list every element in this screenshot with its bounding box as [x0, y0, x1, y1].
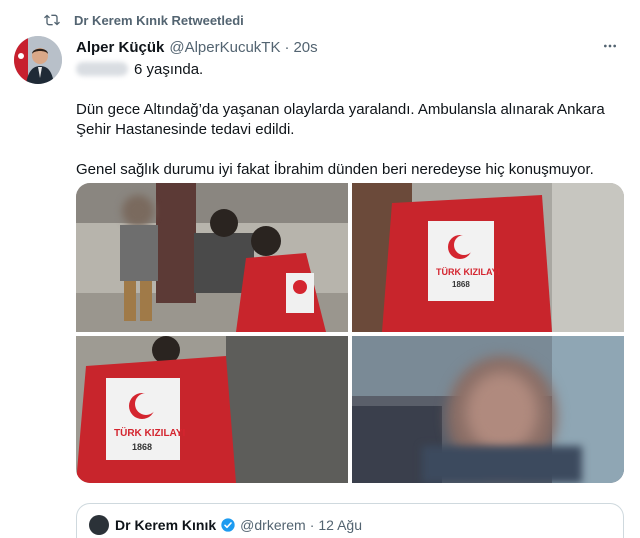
tweet-paragraph-2: Genel sağlık durumu iyi fakat İbrahim dü… [76, 161, 594, 178]
photo-2-vest-year: 1868 [452, 280, 470, 289]
photo-3[interactable]: TÜRK KIZILAYI 1868 [76, 336, 348, 483]
blurred-name [76, 62, 128, 76]
author-name[interactable]: Alper Küçük [76, 39, 164, 56]
photo-1[interactable] [76, 183, 348, 332]
photo-3-vest-text: TÜRK KIZILAYI [114, 426, 186, 439]
quoted-avatar[interactable] [89, 515, 109, 535]
photo-3-vest-year: 1868 [132, 442, 152, 452]
photo-2-vest-text: TÜRK KIZILAYI [436, 267, 500, 277]
avatar[interactable] [14, 36, 62, 84]
author-handle[interactable]: @AlperKucukTK [169, 39, 280, 56]
tweet-paragraph-1: Dün gece Altındağ’da yaşanan olaylarda y… [76, 100, 614, 140]
tweet-time[interactable]: 20s [293, 39, 317, 56]
more-options-icon[interactable] [600, 38, 620, 54]
quoted-author-name[interactable]: Dr Kerem Kınık [115, 517, 216, 533]
retweet-label: Dr Kerem Kınık Retweetledi [74, 12, 244, 28]
photo-2-image: TÜRK KIZILAYI 1868 [352, 183, 624, 332]
tweet-paragraph-1-line-1: Dün gece Altındağ’da yaşanan olaylarda y… [76, 101, 605, 118]
quoted-tweet-time[interactable]: 12 Ağu [318, 517, 362, 533]
quoted-separator: · [309, 517, 315, 533]
tweet-age-text: 6 yaşında. [134, 61, 204, 78]
media-grid[interactable]: TÜRK KIZILAYI 1868 TÜRK KIZILAYI 1868 [76, 183, 624, 483]
photo-4-image [352, 336, 624, 483]
avatar-photo [14, 36, 62, 84]
retweet-indicator[interactable]: Dr Kerem Kınık Retweetledi [44, 10, 244, 30]
tweet-paragraph-1-line-2: Şehir Hastanesinde tedavi edildi. [76, 121, 295, 138]
photo-4[interactable] [352, 336, 624, 483]
retweet-icon [44, 14, 60, 26]
quoted-author-handle[interactable]: @drkerem [240, 517, 306, 533]
quoted-tweet[interactable]: Dr Kerem Kınık @drkerem · 12 Ağu [76, 503, 624, 538]
separator: · [284, 38, 290, 56]
photo-1-image [76, 183, 348, 332]
tweet-line-1: 6 yaşında. [76, 60, 614, 80]
quoted-tweet-header: Dr Kerem Kınık @drkerem · 12 Ağu [89, 515, 362, 535]
verified-badge-icon [221, 518, 235, 532]
photo-2[interactable]: TÜRK KIZILAYI 1868 [352, 183, 624, 332]
tweet-header: Alper Küçük @AlperKucukTK · 20s [76, 36, 620, 58]
photo-3-image: TÜRK KIZILAYI 1868 [76, 336, 348, 483]
